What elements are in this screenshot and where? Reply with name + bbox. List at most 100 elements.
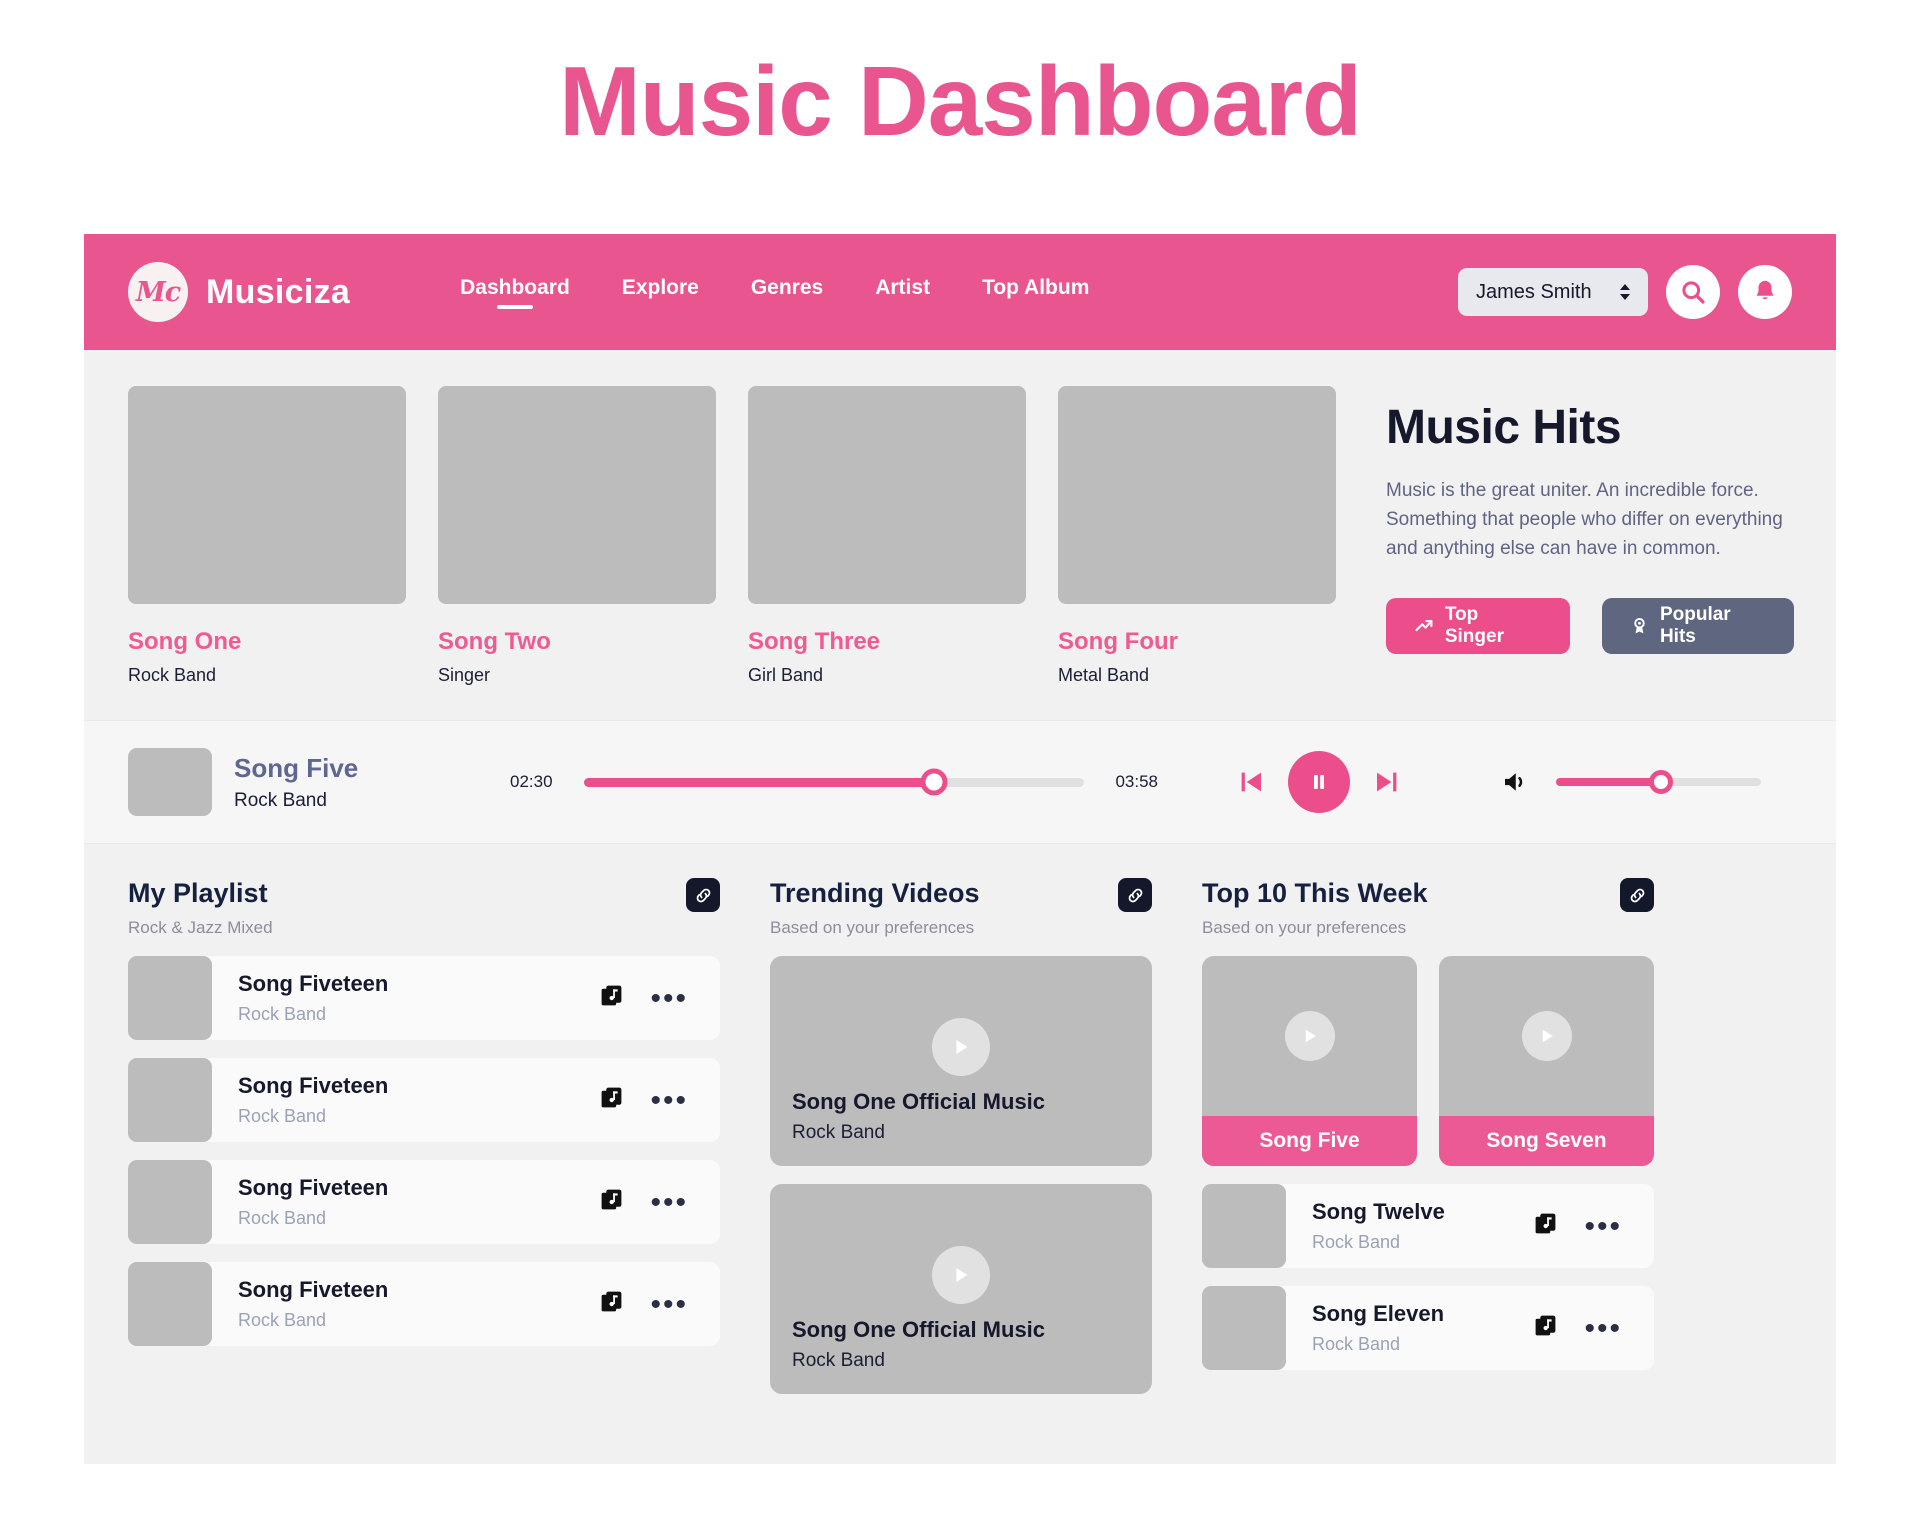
featured-song-card[interactable]: Song Four Metal Band [1058,386,1336,686]
music-hits-actions: Top Singer Popular Hits [1386,597,1794,654]
song-artist: Rock Band [128,665,217,685]
volume-button[interactable] [1500,767,1530,797]
nav-item-genres[interactable]: Genres [751,276,823,309]
add-to-playlist-button[interactable] [1533,1211,1558,1241]
playlist-row[interactable]: Song Fiveteen Rock Band ••• [128,956,720,1040]
search-icon [1682,281,1705,304]
popular-hits-button[interactable]: Popular Hits [1602,597,1794,654]
volume-slider[interactable] [1556,770,1761,794]
my-playlist-subtitle: Rock & Jazz Mixed [128,918,273,937]
popular-hits-label: Popular Hits [1659,603,1731,647]
top10-title: Top 10 This Week [1202,878,1428,908]
playlist-row-title: Song Fiveteen [238,1175,389,1200]
trending-videos-title: Trending Videos [770,878,980,908]
featured-song-card[interactable]: Song One Rock Band [128,386,406,686]
previous-button[interactable] [1236,767,1266,797]
link-icon [1630,888,1644,902]
song-artist: Metal Band [1058,665,1150,685]
playlist-row-title: Song Fiveteen [238,1277,389,1302]
top10-row-artist: Rock Band [1312,1334,1401,1354]
app-header: Mc Musiciza Dashboard Explore Genres Art… [84,234,1836,350]
top10-video-card[interactable]: Song Seven [1439,956,1654,1166]
song-thumbnail[interactable] [1058,386,1336,604]
play-icon [956,1040,968,1054]
add-to-playlist-button[interactable] [599,983,624,1013]
trending-video-card[interactable]: Song One Official Music Rock Band [770,1184,1152,1394]
more-options-button[interactable]: ••• [650,1289,688,1319]
playlist-row[interactable]: Song Fiveteen Rock Band ••• [128,1160,720,1244]
brand[interactable]: Mc Musiciza [128,262,350,322]
playlist-row[interactable]: Song Fiveteen Rock Band ••• [128,1058,720,1142]
now-playing-title: Song Five [234,752,359,783]
add-to-playlist-button[interactable] [599,1187,624,1217]
playlist-row-title: Song Fiveteen [238,1073,389,1098]
top10-header: Top 10 This Week Based on your preferenc… [1202,878,1654,938]
volume-slider-handle[interactable] [1648,770,1673,794]
current-time: 02:30 [510,772,553,791]
trending-video-title: Song One Official Music [792,1089,1046,1114]
add-to-playlist-button[interactable] [1533,1313,1558,1343]
add-to-playlist-icon [602,985,622,1006]
nav-item-dashboard[interactable]: Dashboard [460,276,570,309]
play-button[interactable] [932,1246,990,1304]
playlist-row-artist: Rock Band [238,1310,327,1330]
more-options-button[interactable]: ••• [1584,1211,1622,1241]
add-to-playlist-button[interactable] [599,1289,624,1319]
song-thumbnail[interactable] [438,386,716,604]
play-button[interactable] [932,1018,990,1076]
nav-item-top-album[interactable]: Top Album [982,276,1089,309]
playlist-row[interactable]: Song Fiveteen Rock Band ••• [128,1262,720,1346]
playlist-row-title: Song Fiveteen [238,971,389,996]
seek-bar-fill [584,777,934,787]
seek-bar-handle[interactable] [920,768,948,796]
top10-video-card[interactable]: Song Five [1202,956,1417,1166]
song-thumbnail[interactable] [128,386,406,604]
search-button[interactable] [1666,265,1720,319]
song-artist: Girl Band [748,665,824,685]
song-title: Song Two [438,628,551,655]
seek-bar[interactable] [584,768,1084,796]
brand-name: Musiciza [206,272,351,311]
add-to-playlist-icon [1536,1213,1556,1234]
my-playlist-panel: My Playlist Rock & Jazz Mixed Song Fivet… [128,878,720,1394]
notifications-button[interactable] [1738,265,1792,319]
trending-videos-link-button[interactable] [1118,878,1152,912]
featured-songs: Song One Rock Band Song Two Singer Song … [128,386,1336,686]
add-to-playlist-button[interactable] [599,1085,624,1115]
volume-icon [1505,773,1523,791]
play-icon [1542,1029,1553,1043]
play-button[interactable] [1284,1011,1335,1061]
more-options-button[interactable]: ••• [650,983,688,1013]
next-button[interactable] [1372,767,1402,797]
app-logo-icon: Mc [128,262,188,322]
trending-video-title: Song One Official Music [792,1317,1046,1342]
volume-section [1500,767,1761,797]
nav-item-explore[interactable]: Explore [622,276,699,309]
featured-song-card[interactable]: Song Two Singer [438,386,716,686]
page-title: Music Dashboard [559,46,1362,156]
more-options-button[interactable]: ••• [650,1085,688,1115]
top10-row[interactable]: Song Eleven Rock Band ••• [1202,1286,1654,1370]
my-playlist-link-button[interactable] [686,878,720,912]
nav-item-artist[interactable]: Artist [875,276,930,309]
play-button[interactable] [1521,1011,1572,1061]
trending-video-card[interactable]: Song One Official Music Rock Band [770,956,1152,1166]
top10-video-label: Song Seven [1439,1116,1654,1166]
trending-video-artist: Rock Band [792,1350,885,1371]
song-title: Song Three [748,628,881,655]
top10-row[interactable]: Song Twelve Rock Band ••• [1202,1184,1654,1268]
top10-link-button[interactable] [1620,878,1654,912]
playlist-row-thumbnail [128,1058,212,1142]
song-thumbnail[interactable] [748,386,1026,604]
add-to-playlist-icon [602,1087,622,1108]
song-artist: Singer [438,665,491,685]
trending-up-icon [1415,619,1433,631]
more-options-button[interactable]: ••• [650,1187,688,1217]
top-singer-button[interactable]: Top Singer [1386,597,1570,654]
play-pause-button[interactable] [1288,751,1350,813]
featured-song-card[interactable]: Song Three Girl Band [748,386,1026,686]
user-name: James Smith [1476,280,1592,303]
user-select[interactable]: James Smith [1458,268,1648,316]
more-options-button[interactable]: ••• [1584,1313,1622,1343]
app-window: Mc Musiciza Dashboard Explore Genres Art… [84,234,1836,1464]
